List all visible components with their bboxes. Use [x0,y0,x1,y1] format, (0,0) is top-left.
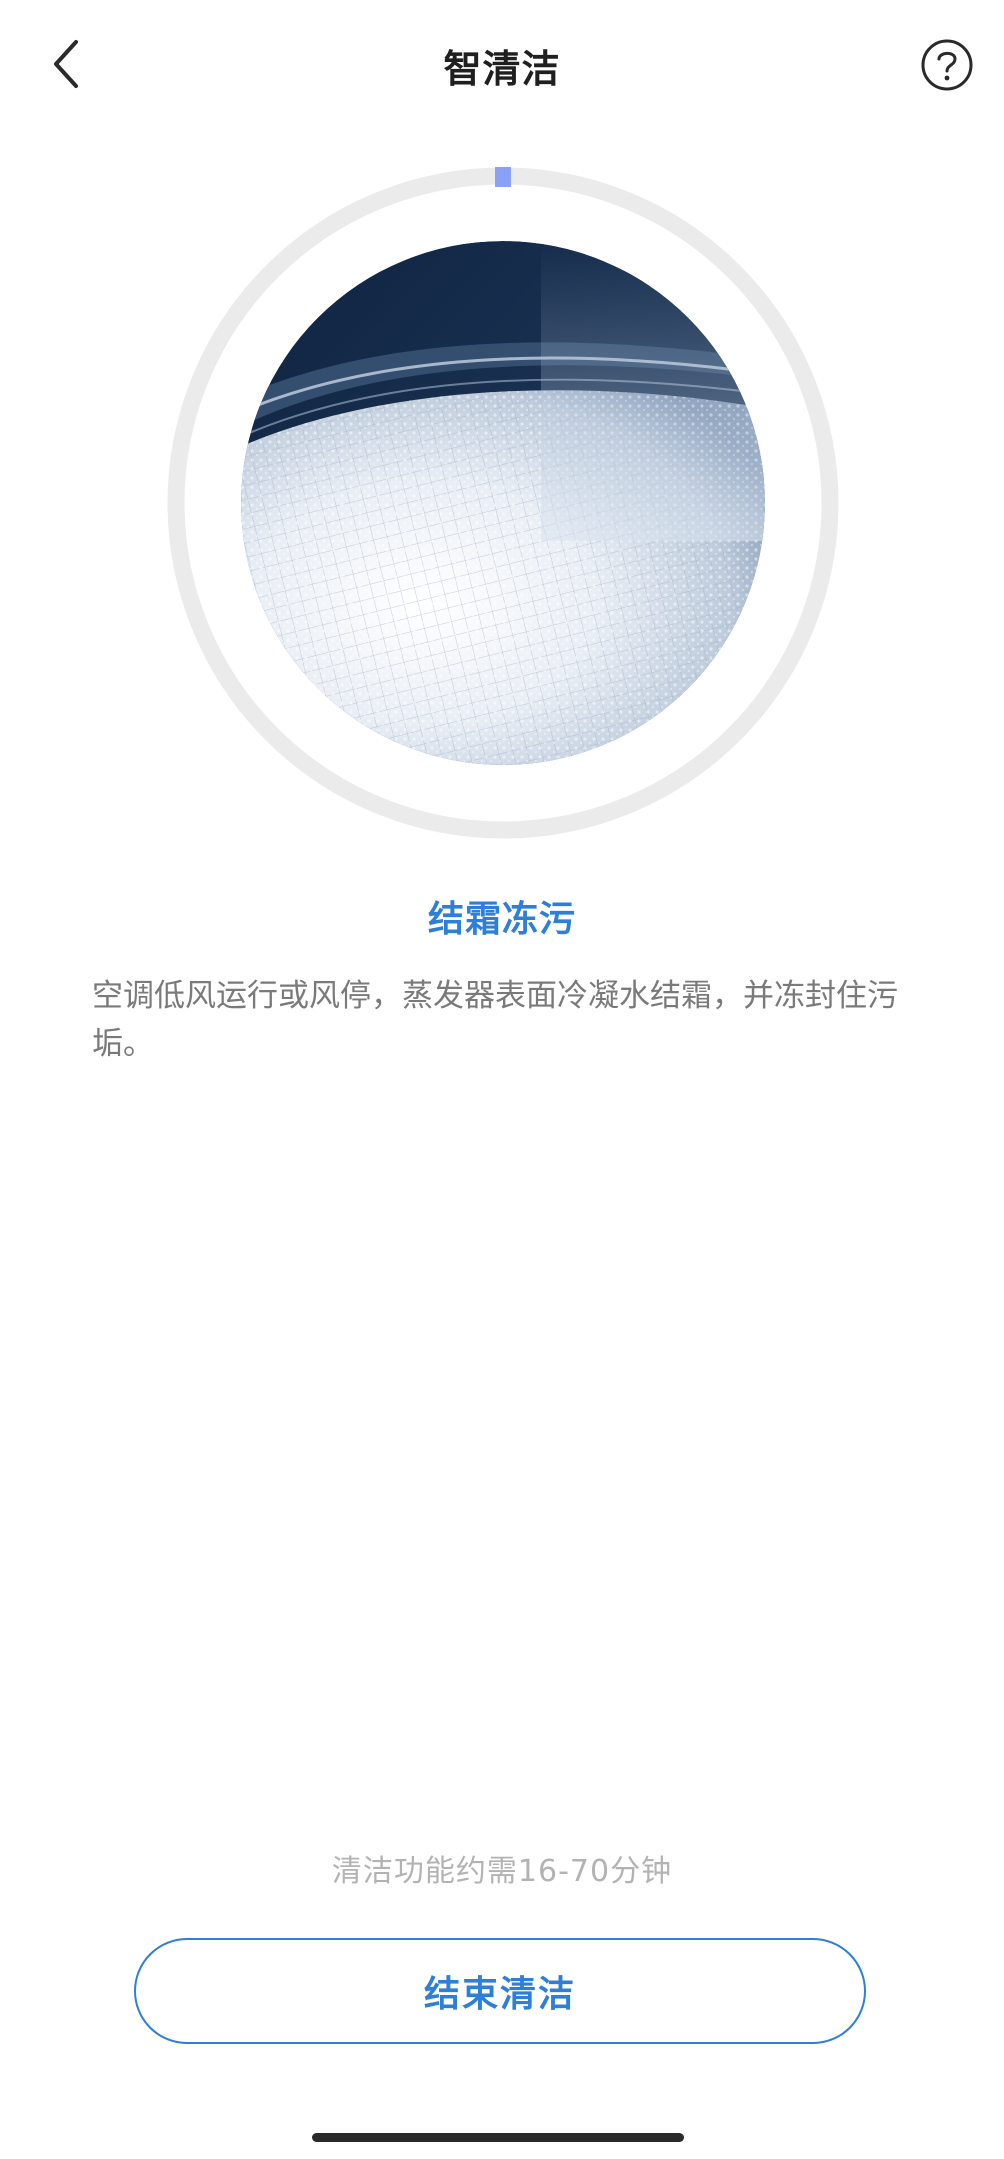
duration-note: 清洁功能约需16-70分钟 [331,1854,673,1889]
end-cleaning-button[interactable]: 结束清洁 [134,1938,866,2044]
smart-clean-screen: 智清洁 结霜冻污 空调低风运行或风停，蒸发器表面冷凝水结霜，并冻封住污垢。 清洁… [0,0,1004,2159]
nav-header: 智清洁 [0,0,1004,130]
home-indicator[interactable] [312,2133,684,2142]
help-button[interactable] [920,38,974,92]
stage-description: 空调低风运行或风停，蒸发器表面冷凝水结霜，并冻封住污垢。 [92,978,898,1062]
frosted-evaporator-image [241,241,765,765]
stage-title: 结霜冻污 [427,899,576,940]
page-title: 智清洁 [443,47,561,91]
progress-indicator [495,167,511,187]
question-circle-icon [921,39,973,91]
